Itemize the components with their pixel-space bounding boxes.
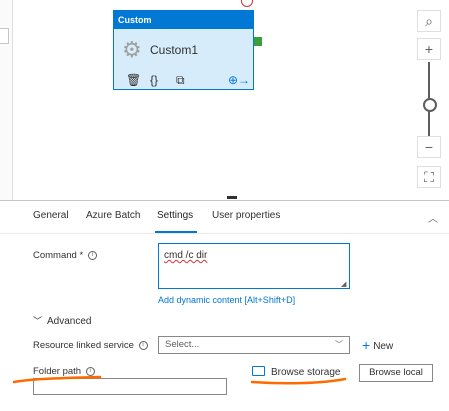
required-mark: * — [79, 250, 84, 261]
resize-handle-icon[interactable]: ◢ — [341, 280, 346, 288]
braces-icon[interactable]: {} — [150, 73, 158, 87]
tab-user-properties[interactable]: User properties — [212, 210, 280, 221]
annotation-underlines — [12, 375, 347, 385]
tab-settings[interactable]: Settings — [157, 210, 193, 221]
panel-resize-grip[interactable] — [227, 196, 237, 199]
command-value: cmd /c dir — [164, 250, 208, 261]
gear-icon: ⚙ — [122, 37, 142, 62]
zoom-out-icon[interactable]: − — [417, 136, 441, 158]
zoom-slider-thumb[interactable] — [423, 98, 437, 112]
search-icon[interactable]: ⌕ — [417, 10, 441, 32]
linked-service-label: Resource linked service i — [33, 340, 148, 351]
chevron-up-icon[interactable]: ︿ — [428, 210, 438, 225]
folder-path-annotation — [12, 375, 102, 384]
add-dynamic-content-link[interactable]: Add dynamic content [Alt+Shift+D] — [158, 295, 295, 305]
success-port[interactable] — [254, 37, 262, 46]
plus-icon: + — [362, 337, 371, 353]
command-label: Command * i — [33, 250, 97, 261]
panel-expand-handle[interactable] — [0, 28, 9, 44]
info-icon[interactable]: i — [87, 250, 97, 260]
zoom-in-icon[interactable]: + — [417, 38, 441, 60]
tabs-divider — [0, 233, 449, 234]
arrow-forward-icon[interactable]: ⊕→ — [228, 73, 250, 87]
custom-activity-node[interactable]: Custom ⚙ Custom1 🗑 {} ⧉ ⊕→ — [113, 10, 254, 90]
browse-storage-annotation — [250, 377, 347, 385]
activity-type-label: Custom — [114, 11, 253, 29]
new-linked-service-button[interactable]: + New — [362, 337, 393, 353]
linked-service-select[interactable]: Select... ﹀ — [158, 336, 350, 354]
copy-icon[interactable]: ⧉ — [176, 73, 185, 87]
command-input[interactable]: cmd /c dir — [158, 243, 350, 289]
fit-to-screen-icon[interactable]: ⛶ — [417, 166, 441, 188]
tab-general[interactable]: General — [33, 210, 69, 221]
chevron-down-icon: ﹀ — [33, 316, 43, 326]
activity-name: Custom1 — [150, 43, 199, 57]
tab-azure-batch[interactable]: Azure Batch — [86, 210, 140, 221]
chevron-down-icon: ﹀ — [335, 340, 343, 349]
trash-icon[interactable]: 🗑 — [126, 73, 141, 87]
advanced-toggle[interactable]: ﹀ Advanced — [33, 314, 92, 327]
info-icon[interactable]: i — [138, 340, 148, 350]
